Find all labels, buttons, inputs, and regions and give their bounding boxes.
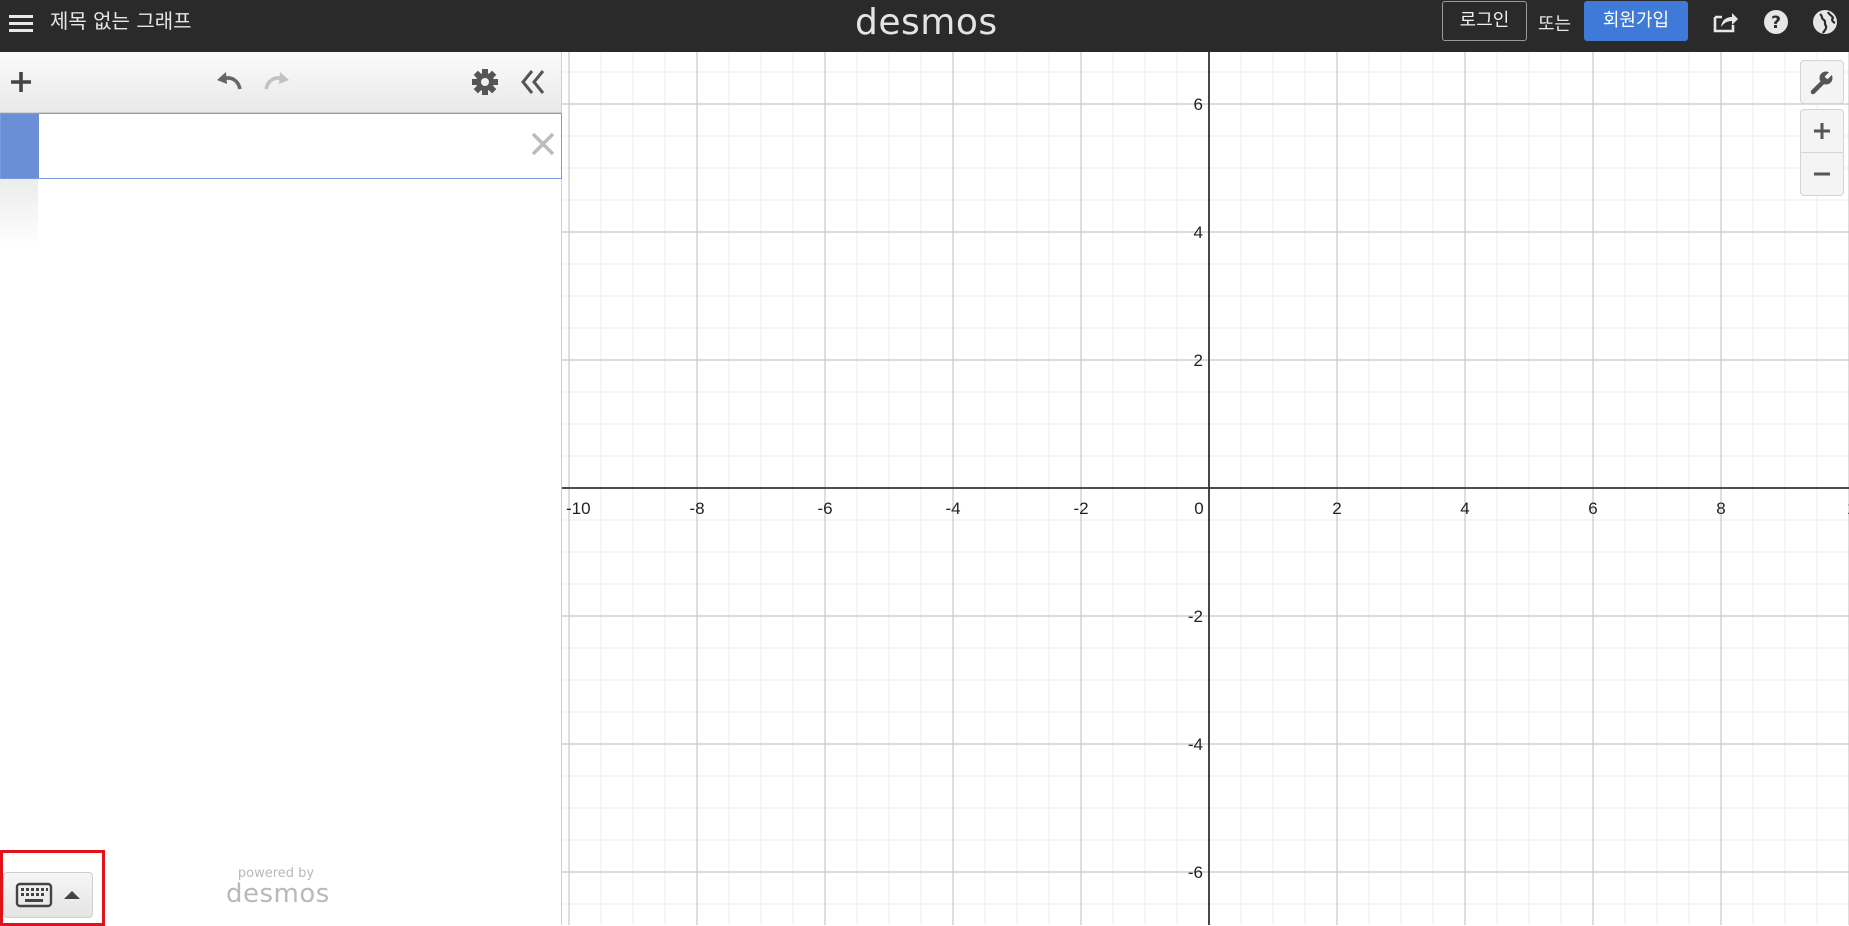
x-tick-label: 6 — [1588, 499, 1597, 518]
redo-icon[interactable] — [262, 69, 292, 95]
x-tick-label: -4 — [945, 499, 960, 518]
x-tick-label: -6 — [817, 499, 832, 518]
zoom-out-icon — [1814, 172, 1830, 176]
x-tick-label: 0 — [1194, 499, 1203, 518]
y-tick-label: 6 — [1194, 95, 1203, 114]
menu-icon[interactable] — [6, 9, 36, 39]
desmos-logo: desmos — [855, 2, 998, 43]
x-tick-label: 4 — [1460, 499, 1469, 518]
help-icon[interactable]: ? — [1762, 8, 1790, 36]
add-icon[interactable] — [8, 69, 34, 95]
wrench-icon — [1810, 68, 1836, 95]
undo-icon[interactable] — [214, 69, 244, 95]
expression-row[interactable] — [0, 113, 562, 179]
login-button[interactable]: 로그인 — [1442, 1, 1527, 41]
graph-paper[interactable]: -10-8-6-4-20246810642-2-4-6 — [562, 52, 1849, 925]
zoom-in-button[interactable] — [1800, 109, 1844, 153]
globe-icon[interactable] — [1811, 8, 1839, 36]
caret-up-icon — [64, 891, 80, 899]
delete-expression-icon[interactable] — [529, 130, 557, 158]
new-expression-tab[interactable] — [0, 179, 38, 249]
x-tick-label: -8 — [689, 499, 704, 518]
y-tick-label: 2 — [1194, 351, 1203, 370]
settings-icon[interactable] — [471, 68, 499, 96]
x-tick-label: -10 — [566, 499, 591, 518]
x-tick-label: 8 — [1716, 499, 1725, 518]
keypad-toggle-button[interactable] — [3, 872, 93, 918]
top-bar: 제목 없는 그래프 desmos 로그인 또는 회원가입 ? — [0, 0, 1849, 52]
x-tick-label: 2 — [1332, 499, 1341, 518]
y-tick-label: -6 — [1188, 863, 1203, 882]
collapse-panel-icon[interactable] — [520, 68, 546, 96]
expression-panel: powered by desmos — [0, 52, 562, 926]
graph-settings-button[interactable] — [1800, 60, 1844, 104]
graph-title[interactable]: 제목 없는 그래프 — [50, 8, 192, 34]
expression-toolbar — [0, 52, 561, 113]
share-icon[interactable] — [1711, 8, 1739, 36]
y-tick-label: 4 — [1194, 223, 1203, 242]
powered-by-brand: desmos — [226, 879, 330, 909]
expression-input[interactable] — [49, 124, 523, 170]
zoom-out-button[interactable] — [1800, 152, 1844, 196]
y-tick-label: -4 — [1188, 735, 1203, 754]
or-label: 또는 — [1538, 14, 1572, 35]
expression-row-tab[interactable] — [1, 114, 39, 178]
y-tick-label: -2 — [1188, 607, 1203, 626]
graph-canvas[interactable]: -10-8-6-4-20246810642-2-4-6 — [562, 52, 1849, 925]
keyboard-icon — [15, 882, 53, 908]
zoom-in-icon — [1814, 123, 1830, 139]
signup-button[interactable]: 회원가입 — [1584, 1, 1688, 41]
svg-text:?: ? — [1771, 13, 1781, 33]
x-tick-label: -2 — [1073, 499, 1088, 518]
powered-by-desmos[interactable]: powered by desmos — [226, 867, 330, 909]
